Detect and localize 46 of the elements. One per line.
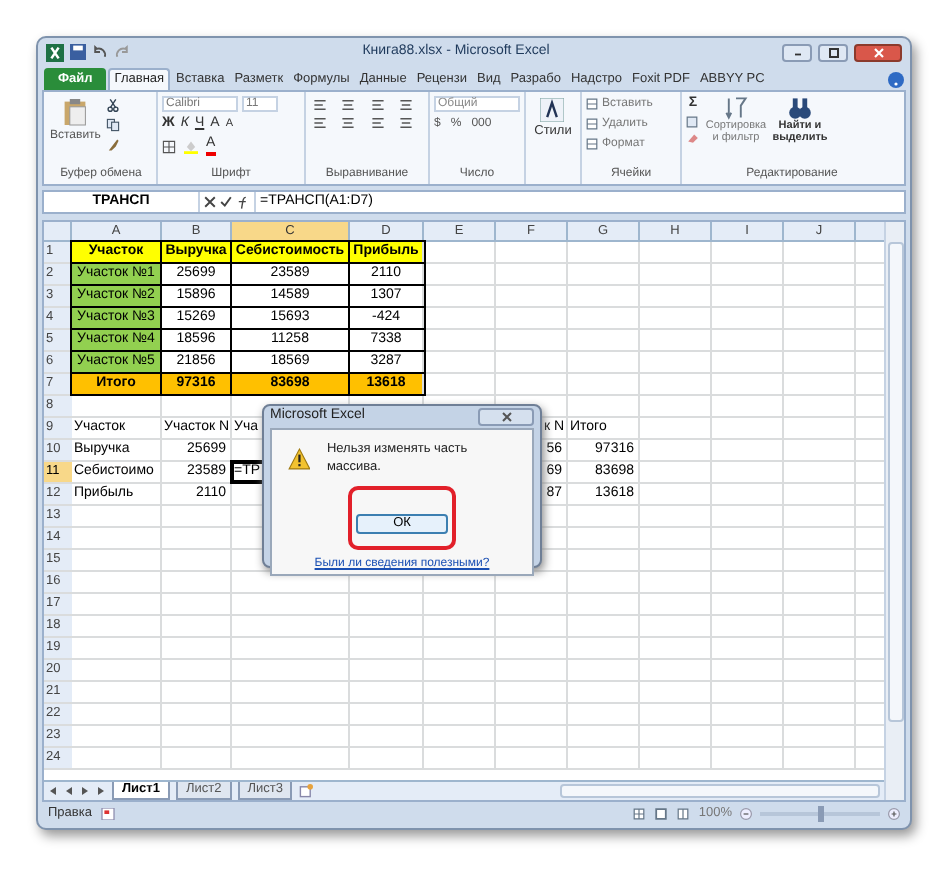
align-icon xyxy=(340,98,357,112)
cells-icon xyxy=(586,138,598,150)
redo-icon xyxy=(114,44,130,60)
align-icon xyxy=(397,116,414,130)
maximize-button[interactable] xyxy=(818,43,848,61)
page-break-icon xyxy=(676,807,691,819)
fill-color-icon xyxy=(184,139,198,153)
borders-icon xyxy=(162,139,176,153)
align-icon xyxy=(340,116,357,130)
horizontal-scrollbar[interactable] xyxy=(560,784,880,798)
scissors-icon xyxy=(106,98,121,112)
enter-icon xyxy=(220,196,232,208)
zoom-out-icon xyxy=(740,807,752,819)
binoculars-icon xyxy=(788,96,812,120)
macro-record-icon xyxy=(99,807,116,819)
zoom-in-icon xyxy=(888,807,900,819)
align-icon xyxy=(397,98,414,112)
align-icon xyxy=(369,98,385,112)
page-layout-icon xyxy=(654,807,669,819)
warning-icon xyxy=(288,447,311,470)
save-icon xyxy=(70,44,86,60)
normal-view-icon xyxy=(632,807,647,819)
brush-icon xyxy=(106,138,121,152)
cells-icon xyxy=(586,118,598,130)
maximize-icon xyxy=(827,47,839,57)
styles-icon xyxy=(540,98,565,122)
copy-icon xyxy=(106,118,121,132)
close-button[interactable] xyxy=(478,407,534,426)
align-icon xyxy=(369,116,385,130)
vertical-scrollbar[interactable] xyxy=(884,222,904,800)
function-icon xyxy=(236,195,250,209)
fill-icon xyxy=(686,116,698,128)
excel-logo-icon xyxy=(46,43,64,61)
close-button[interactable] xyxy=(854,43,902,61)
sort-icon xyxy=(724,96,748,120)
minimize-icon xyxy=(791,49,803,55)
clipboard-icon xyxy=(62,96,89,128)
eraser-icon xyxy=(686,132,700,144)
cancel-icon xyxy=(204,196,216,208)
cells-icon xyxy=(586,98,598,110)
slider-thumb[interactable] xyxy=(818,805,824,821)
close-icon xyxy=(501,411,511,422)
align-icon xyxy=(312,98,328,112)
undo-icon xyxy=(92,44,108,60)
align-icon xyxy=(312,116,328,130)
close-icon xyxy=(873,47,883,57)
